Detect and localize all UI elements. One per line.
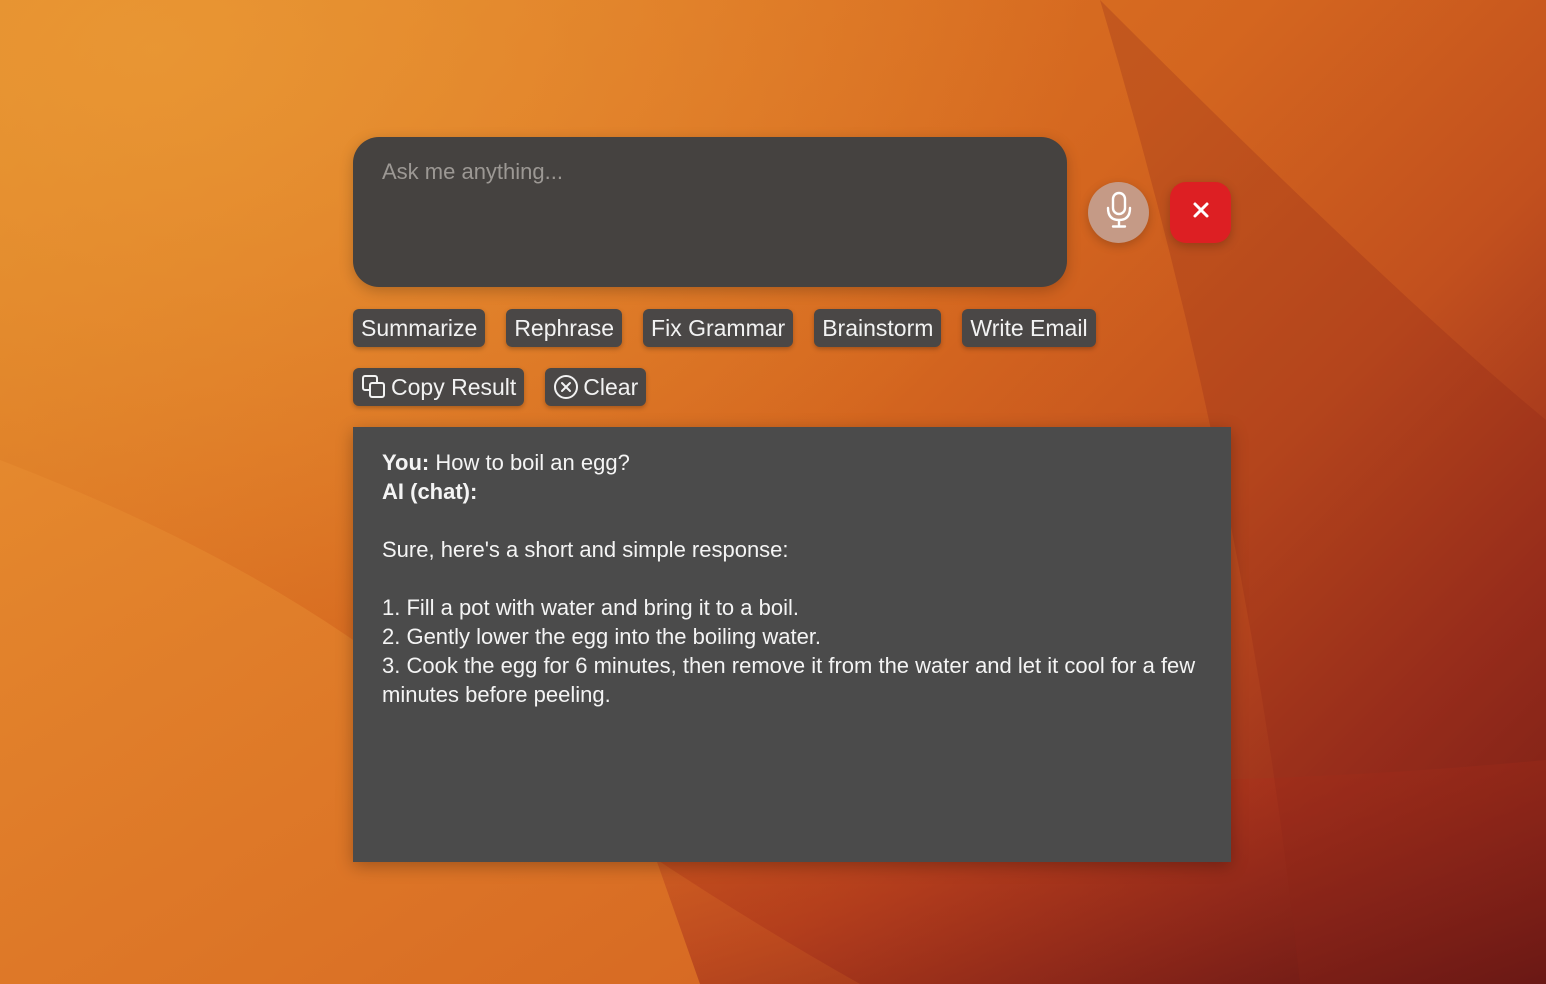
fix-grammar-button[interactable]: Fix Grammar <box>643 309 794 347</box>
microphone-icon <box>1104 191 1134 234</box>
prompt-input[interactable] <box>382 159 1038 265</box>
copy-icon <box>361 374 387 400</box>
brainstorm-button[interactable]: Brainstorm <box>814 309 942 347</box>
close-icon <box>1192 201 1210 224</box>
copy-result-label: Copy Result <box>391 373 517 400</box>
user-prefix: You: <box>382 450 430 475</box>
ai-intro: Sure, here's a short and simple response… <box>382 537 789 562</box>
microphone-button[interactable] <box>1088 182 1149 243</box>
clear-button[interactable]: Clear <box>545 368 647 406</box>
ai-step-3: 3. Cook the egg for 6 minutes, then remo… <box>382 653 1196 707</box>
ai-prefix: AI (chat): <box>382 479 478 504</box>
user-message: How to boil an egg? <box>429 450 630 475</box>
user-message-line: You: How to boil an egg? <box>382 448 1202 477</box>
close-button[interactable] <box>1170 182 1231 243</box>
prompt-box[interactable] <box>353 137 1067 287</box>
result-panel: You: How to boil an egg? AI (chat): Sure… <box>353 427 1231 862</box>
summarize-button[interactable]: Summarize <box>353 309 486 347</box>
ai-label-line: AI (chat): <box>382 477 1202 506</box>
rephrase-button[interactable]: Rephrase <box>506 309 623 347</box>
result-actions: Copy Result Clear <box>353 368 647 406</box>
copy-result-button[interactable]: Copy Result <box>353 368 525 406</box>
ai-step-1: 1. Fill a pot with water and bring it to… <box>382 595 799 620</box>
clear-label: Clear <box>583 373 639 400</box>
circle-x-icon <box>553 374 579 400</box>
quick-actions: Summarize Rephrase Fix Grammar Brainstor… <box>353 309 1096 347</box>
write-email-button[interactable]: Write Email <box>962 309 1096 347</box>
ai-step-2: 2. Gently lower the egg into the boiling… <box>382 624 822 649</box>
